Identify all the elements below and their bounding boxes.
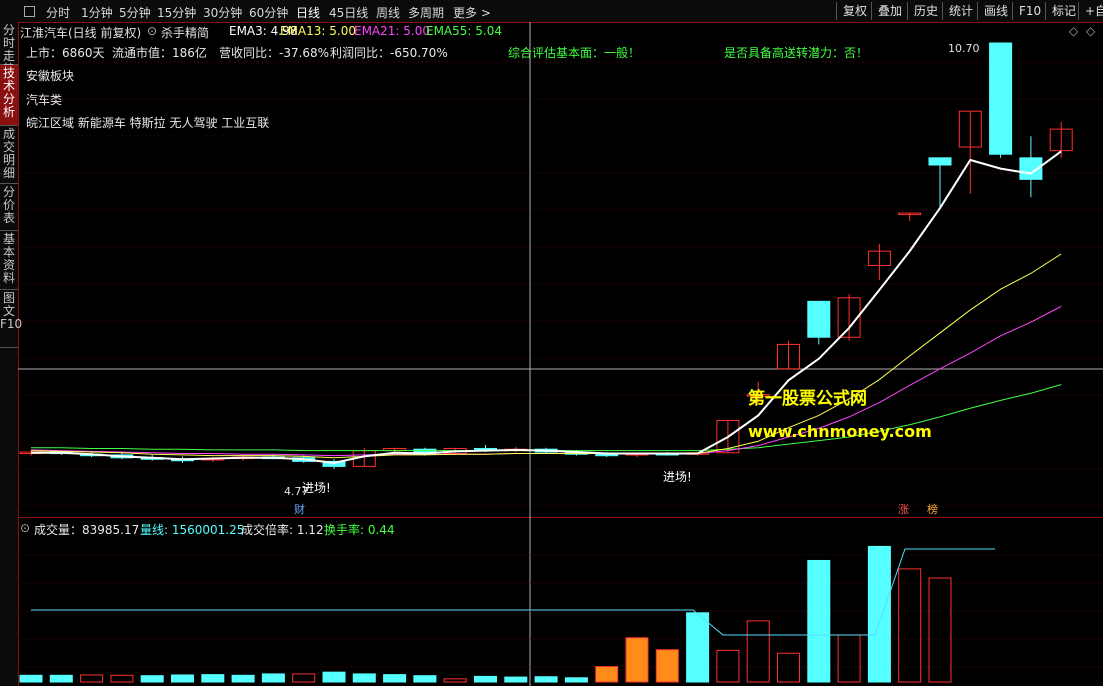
finance-marker: 财	[294, 502, 305, 516]
volume-bar	[777, 652, 800, 683]
volume-bar	[352, 673, 376, 683]
volume-bar	[504, 676, 528, 683]
volume-bar	[655, 649, 679, 683]
candle-body	[928, 157, 952, 166]
entry-signal-1: 进场!	[302, 481, 331, 495]
entry-signal-2: 进场!	[663, 470, 692, 484]
ema-lines	[30, 150, 1062, 464]
kline-chart[interactable]: 10.70 4.77 进场! 进场! 财 涨 榜 第一股票公式网 www.chn…	[0, 0, 1103, 686]
volume-bar	[140, 675, 164, 683]
chart-grid	[18, 22, 1103, 686]
volume-bar	[201, 674, 225, 683]
volume-ratio-line	[31, 548, 995, 636]
volume-bar	[19, 674, 43, 683]
candlestick-series	[19, 42, 1073, 469]
volume-bar	[413, 675, 437, 683]
volume-bar	[898, 568, 922, 683]
volume-bar	[80, 674, 104, 683]
chart-annotations: 10.70 4.77 进场! 进场! 财 涨 榜 第一股票公式网 www.chn…	[284, 42, 980, 516]
volume-bar	[564, 677, 588, 683]
high-price-label: 10.70	[948, 42, 980, 55]
ema3-line	[31, 150, 1062, 464]
candle-body	[807, 300, 831, 338]
volume-bar	[807, 559, 831, 683]
volume-bar	[110, 674, 134, 683]
volume-bar	[443, 678, 467, 683]
watermark-url: www.chnmoney.com	[748, 422, 932, 441]
volume-bar	[261, 673, 285, 683]
volume-bar	[716, 649, 740, 683]
limit-up-marker: 涨	[898, 503, 909, 516]
volume-bar	[928, 577, 952, 683]
watermark-title: 第一股票公式网	[748, 388, 867, 409]
volume-bar	[534, 676, 558, 683]
volume-bar	[171, 674, 194, 683]
volume-bar	[595, 666, 619, 683]
volume-bar	[625, 637, 649, 683]
volume-bar	[49, 674, 73, 683]
volume-bar	[686, 612, 710, 683]
candle-body	[989, 42, 1013, 155]
volume-bars	[19, 545, 995, 683]
volume-bar	[746, 620, 770, 683]
volume-bar	[474, 675, 497, 683]
volume-bar	[231, 674, 255, 683]
ranking-marker: 榜	[927, 502, 938, 516]
volume-bar	[837, 634, 861, 683]
volume-bar	[383, 674, 407, 683]
volume-bar	[292, 673, 316, 683]
volume-bar	[867, 545, 891, 683]
volume-bar	[322, 671, 346, 683]
